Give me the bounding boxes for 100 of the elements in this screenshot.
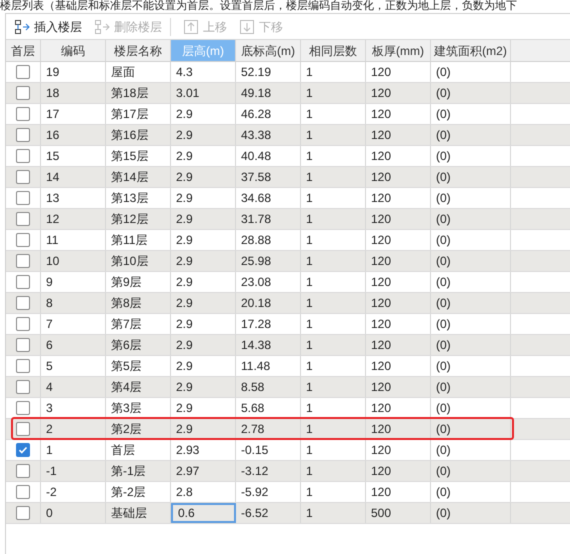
- table-cell: 120: [366, 272, 431, 292]
- table-row[interactable]: 8 第8层 2.9 20.18 1 120 (0): [6, 293, 570, 314]
- table-cell: 2.9: [171, 167, 236, 187]
- check-icon: [18, 445, 28, 455]
- checkbox[interactable]: [16, 86, 30, 100]
- table-row[interactable]: 1 首层 2.93 -0.15 1 120 (0): [6, 440, 570, 461]
- checkbox[interactable]: [16, 443, 30, 457]
- table-row[interactable]: 18 第18层 3.01 49.18 1 120 (0): [6, 83, 570, 104]
- table-cell: 第3层: [106, 398, 171, 418]
- table-cell: 1: [301, 440, 366, 460]
- checkbox[interactable]: [16, 191, 30, 205]
- table-row[interactable]: 9 第9层 2.9 23.08 1 120 (0): [6, 272, 570, 293]
- table-cell: (0): [431, 146, 511, 166]
- table-cell: 首层: [106, 440, 171, 460]
- table-cell: 1: [301, 335, 366, 355]
- table-cell: -0.15: [236, 440, 301, 460]
- table-row[interactable]: 10 第10层 2.9 25.98 1 120 (0): [6, 251, 570, 272]
- table-row[interactable]: 17 第17层 2.9 46.28 1 120 (0): [6, 104, 570, 125]
- checkbox[interactable]: [16, 275, 30, 289]
- checkbox[interactable]: [16, 359, 30, 373]
- table-cell: -5.92: [236, 482, 301, 502]
- table-row[interactable]: 6 第6层 2.9 14.38 1 120 (0): [6, 335, 570, 356]
- table-cell: 第6层: [106, 335, 171, 355]
- checkbox[interactable]: [16, 464, 30, 478]
- checkbox[interactable]: [16, 149, 30, 163]
- table-cell: 46.28: [236, 104, 301, 124]
- checkbox[interactable]: [16, 380, 30, 394]
- table-cell: 120: [366, 356, 431, 376]
- table-cell: (0): [431, 251, 511, 271]
- table-cell: (0): [431, 440, 511, 460]
- column-header[interactable]: 建筑面积(m2): [431, 40, 511, 61]
- checkbox[interactable]: [16, 401, 30, 415]
- table-cell: 120: [366, 314, 431, 334]
- table-cell: 120: [366, 482, 431, 502]
- table-row[interactable]: 16 第16层 2.9 43.38 1 120 (0): [6, 125, 570, 146]
- table-row[interactable]: 12 第12层 2.9 31.78 1 120 (0): [6, 209, 570, 230]
- table-cell: (0): [431, 209, 511, 229]
- table-row[interactable]: 11 第11层 2.9 28.88 1 120 (0): [6, 230, 570, 251]
- checkbox[interactable]: [16, 254, 30, 268]
- checkbox[interactable]: [16, 506, 30, 520]
- table-cell: 1: [301, 167, 366, 187]
- table-cell: 37.58: [236, 167, 301, 187]
- checkbox[interactable]: [16, 338, 30, 352]
- table-cell: 43.38: [236, 125, 301, 145]
- table-cell: 1: [301, 104, 366, 124]
- column-header[interactable]: 底标高(m): [236, 40, 301, 61]
- table-row[interactable]: 19 屋面 4.3 52.19 1 120 (0): [6, 62, 570, 83]
- table-cell: 4: [41, 377, 106, 397]
- checkbox[interactable]: [16, 212, 30, 226]
- table-cell: 13: [41, 188, 106, 208]
- checkbox[interactable]: [16, 107, 30, 121]
- table-row[interactable]: 13 第13层 2.9 34.68 1 120 (0): [6, 188, 570, 209]
- checkbox[interactable]: [16, 296, 30, 310]
- table-row[interactable]: -1 第-1层 2.97 -3.12 1 120 (0): [6, 461, 570, 482]
- table-cell: (0): [431, 188, 511, 208]
- column-header[interactable]: 首层: [6, 40, 41, 61]
- table-cell: 第13层: [106, 188, 171, 208]
- checkbox[interactable]: [16, 170, 30, 184]
- checkbox[interactable]: [16, 128, 30, 142]
- table-cell: 第18层: [106, 83, 171, 103]
- table-cell: 1: [301, 230, 366, 250]
- table-row[interactable]: 14 第14层 2.9 37.58 1 120 (0): [6, 167, 570, 188]
- toolbar-button[interactable]: 插入楼层: [10, 16, 86, 38]
- table-cell: 2.9: [171, 419, 236, 439]
- checkbox[interactable]: [16, 485, 30, 499]
- table-cell: 2.9: [171, 209, 236, 229]
- table-cell: 2.9: [171, 251, 236, 271]
- table-cell: 23.08: [236, 272, 301, 292]
- table-cell: 28.88: [236, 230, 301, 250]
- table-cell: 18: [41, 83, 106, 103]
- table-row[interactable]: 15 第15层 2.9 40.48 1 120 (0): [6, 146, 570, 167]
- table-row[interactable]: 5 第5层 2.9 11.48 1 120 (0): [6, 356, 570, 377]
- table-cell: 第4层: [106, 377, 171, 397]
- table-cell: 120: [366, 83, 431, 103]
- table-cell: 2.9: [171, 272, 236, 292]
- table-cell: 2.93: [171, 440, 236, 460]
- column-header[interactable]: 编码: [41, 40, 106, 61]
- checkbox[interactable]: [16, 422, 30, 436]
- checkbox[interactable]: [16, 233, 30, 247]
- table-cell: (0): [431, 503, 511, 523]
- table-cell: (0): [431, 398, 511, 418]
- checkbox[interactable]: [16, 65, 30, 79]
- table-cell: 120: [366, 209, 431, 229]
- column-header[interactable]: 相同层数: [301, 40, 366, 61]
- table-row[interactable]: 2 第2层 2.9 2.78 1 120 (0): [6, 419, 570, 440]
- table-row[interactable]: 7 第7层 2.9 17.28 1 120 (0): [6, 314, 570, 335]
- column-header[interactable]: 板厚(mm): [366, 40, 431, 61]
- table-cell: 第17层: [106, 104, 171, 124]
- table-cell: (0): [431, 62, 511, 82]
- table-cell: 0: [41, 503, 106, 523]
- table-cell: 120: [366, 125, 431, 145]
- table-row[interactable]: -2 第-2层 2.8 -5.92 1 120 (0): [6, 482, 570, 503]
- table-row[interactable]: 4 第4层 2.9 8.58 1 120 (0): [6, 377, 570, 398]
- table-row[interactable]: 0 基础层 0.6 -6.52 1 500 (0): [6, 503, 570, 524]
- table-cell: 8.58: [236, 377, 301, 397]
- table-cell: 1: [301, 314, 366, 334]
- table-cell: 9: [41, 272, 106, 292]
- table-row[interactable]: 3 第3层 2.9 5.68 1 120 (0): [6, 398, 570, 419]
- checkbox[interactable]: [16, 317, 30, 331]
- table-cell: 120: [366, 104, 431, 124]
